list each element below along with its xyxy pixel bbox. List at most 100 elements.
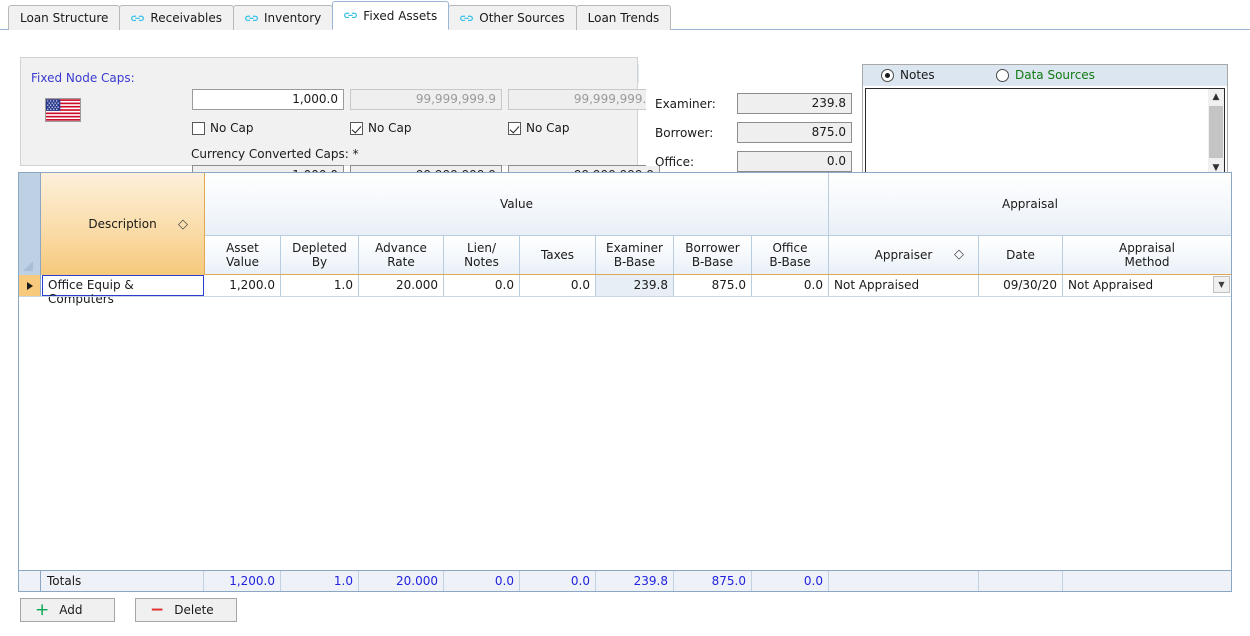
fixed-assets-grid: Description ◇ Value Appraisal AssetValue… bbox=[18, 172, 1232, 592]
tab-other-sources[interactable]: Other Sources bbox=[448, 5, 576, 30]
no-cap-label: No Cap bbox=[526, 121, 569, 135]
tab-label: Loan Structure bbox=[20, 11, 108, 25]
totals-advance-rate: 20.000 bbox=[359, 571, 444, 591]
totals-asset-value: 1,200.0 bbox=[205, 571, 281, 591]
tab-inventory[interactable]: Inventory bbox=[233, 5, 333, 30]
tab-label: Receivables bbox=[150, 11, 222, 25]
notes-vertical-scrollbar[interactable]: ▲ ▼ bbox=[1208, 89, 1224, 176]
delete-button[interactable]: − Delete bbox=[135, 598, 237, 622]
cell-appraiser[interactable]: Not Appraised bbox=[829, 275, 979, 296]
link-icon bbox=[245, 13, 258, 24]
column-header-label: ExaminerB-Base bbox=[606, 242, 663, 270]
no-cap-checkbox-examiner[interactable]: No Cap bbox=[192, 121, 253, 135]
chevron-down-icon[interactable]: ▼ bbox=[1213, 276, 1230, 293]
cell-description[interactable]: Office Equip & Computers bbox=[42, 275, 204, 296]
group-header-label: Appraisal bbox=[1002, 197, 1058, 211]
column-header-label: OfficeB-Base bbox=[769, 242, 810, 270]
column-header-advance-rate[interactable]: AdvanceRate bbox=[359, 235, 444, 275]
delete-button-label: Delete bbox=[174, 603, 213, 617]
totals-borrower-bbase: 875.0 bbox=[674, 571, 752, 591]
add-button[interactable]: + Add bbox=[20, 598, 115, 622]
fixed-assets-page: Loan Structure Receivables Inventory Fixed … bbox=[0, 0, 1250, 636]
tab-loan-trends[interactable]: Loan Trends bbox=[576, 5, 672, 30]
column-header-description[interactable]: Description ◇ bbox=[41, 173, 205, 275]
link-icon bbox=[131, 13, 144, 24]
totals-appraisal-method bbox=[1063, 571, 1231, 591]
column-header-depleted-by[interactable]: DepletedBy bbox=[281, 235, 359, 275]
column-header-asset-value[interactable]: AssetValue bbox=[205, 235, 281, 275]
column-header-borrower-bbase[interactable]: BorrowerB-Base bbox=[674, 235, 752, 275]
column-header-appraisal-method[interactable]: AppraisalMethod bbox=[1063, 235, 1231, 275]
column-header-office-bbase[interactable]: OfficeB-Base bbox=[752, 235, 829, 275]
tab-label: Loan Trends bbox=[588, 11, 660, 25]
radio-notes[interactable]: Notes bbox=[881, 68, 935, 82]
cap-input-office[interactable]: 99,999,999.9 bbox=[508, 89, 660, 110]
summary-value-borrower: 875.0 bbox=[737, 122, 852, 143]
no-cap-checkbox-office[interactable]: No Cap bbox=[508, 121, 569, 135]
column-header-label: Date bbox=[1006, 249, 1035, 263]
cell-advance-rate[interactable]: 20.000 bbox=[359, 275, 444, 296]
column-header-appraiser[interactable]: Appraiser ◇ bbox=[829, 235, 979, 275]
column-header-label: AppraisalMethod bbox=[1119, 242, 1175, 270]
cell-taxes[interactable]: 0.0 bbox=[520, 275, 596, 296]
radio-dot bbox=[996, 69, 1009, 82]
radio-data-sources[interactable]: Data Sources bbox=[996, 68, 1095, 82]
column-header-label: Description bbox=[88, 217, 156, 231]
no-cap-label: No Cap bbox=[368, 121, 411, 135]
totals-row: Totals 1,200.0 1.0 20.000 0.0 0.0 239.8 … bbox=[19, 570, 1231, 591]
us-flag-icon bbox=[45, 98, 81, 122]
sort-diamond-icon[interactable]: ◇ bbox=[178, 217, 188, 232]
cap-input-borrower[interactable]: 99,999,999.9 bbox=[350, 89, 502, 110]
grid-body: Office Equip & Computers 1,200.0 1.0 20.… bbox=[19, 275, 1231, 570]
row-selector-indicator[interactable] bbox=[19, 275, 41, 296]
radio-notes-label: Notes bbox=[900, 68, 935, 82]
radio-dot bbox=[881, 69, 894, 82]
upper-form-band: Examiner Borrower Office Examiner Fixed … bbox=[0, 30, 1250, 168]
sort-diamond-icon[interactable]: ◇ bbox=[954, 248, 964, 263]
column-header-label: DepletedBy bbox=[292, 242, 347, 270]
totals-depleted-by: 1.0 bbox=[281, 571, 359, 591]
totals-label: Totals bbox=[42, 571, 204, 591]
table-row[interactable]: Office Equip & Computers 1,200.0 1.0 20.… bbox=[19, 275, 1231, 296]
cell-depleted-by[interactable]: 1.0 bbox=[281, 275, 359, 296]
no-cap-checkbox-borrower[interactable]: No Cap bbox=[350, 121, 411, 135]
tab-label: Inventory bbox=[264, 11, 321, 25]
totals-examiner-bbase: 239.8 bbox=[596, 571, 674, 591]
no-cap-label: No Cap bbox=[210, 121, 253, 135]
cell-asset-value[interactable]: 1,200.0 bbox=[205, 275, 281, 296]
totals-date bbox=[979, 571, 1063, 591]
cell-office-bbase[interactable]: 0.0 bbox=[752, 275, 829, 296]
column-header-taxes[interactable]: Taxes bbox=[520, 235, 596, 275]
tab-fixed-assets[interactable]: Fixed Assets bbox=[332, 1, 449, 30]
totals-row-selector bbox=[19, 571, 41, 591]
column-header-examiner-bbase[interactable]: ExaminerB-Base bbox=[596, 235, 674, 275]
summary-label-borrower: Borrower: bbox=[655, 126, 713, 140]
fixed-node-caps-panel: Fixed Node Caps: bbox=[20, 57, 638, 166]
column-header-date[interactable]: Date bbox=[979, 235, 1063, 275]
cell-lien-notes[interactable]: 0.0 bbox=[444, 275, 520, 296]
link-icon bbox=[460, 13, 473, 24]
vscroll-thumb[interactable] bbox=[1209, 106, 1223, 158]
totals-lien-notes: 0.0 bbox=[444, 571, 520, 591]
tab-receivables[interactable]: Receivables bbox=[119, 5, 234, 30]
column-header-label: BorrowerB-Base bbox=[685, 242, 739, 270]
group-header-appraisal: Appraisal bbox=[829, 173, 1231, 235]
cell-examiner-bbase: 239.8 bbox=[596, 275, 674, 296]
tab-label: Other Sources bbox=[479, 11, 564, 25]
tab-loan-structure[interactable]: Loan Structure bbox=[8, 5, 120, 30]
grid-corner-box[interactable] bbox=[19, 173, 41, 275]
totals-taxes: 0.0 bbox=[520, 571, 596, 591]
column-header-lien-notes[interactable]: Lien/Notes bbox=[444, 235, 520, 275]
scroll-up-icon[interactable]: ▲ bbox=[1208, 89, 1224, 105]
cap-input-examiner[interactable]: 1,000.0 bbox=[192, 89, 344, 110]
tab-list: Loan Structure Receivables Inventory Fixed … bbox=[0, 0, 1250, 30]
radio-data-sources-label: Data Sources bbox=[1015, 68, 1095, 82]
cell-borrower-bbase[interactable]: 875.0 bbox=[674, 275, 752, 296]
column-header-label: AssetValue bbox=[226, 242, 259, 270]
fixed-node-caps-label: Fixed Node Caps: bbox=[31, 71, 135, 85]
add-button-label: Add bbox=[59, 603, 82, 617]
cell-appraisal-method-text: Not Appraised bbox=[1068, 278, 1153, 292]
cell-appraisal-method[interactable]: Not Appraised ▼ bbox=[1063, 275, 1231, 296]
column-header-label: Appraiser bbox=[875, 249, 933, 263]
cell-date[interactable]: 09/30/20 bbox=[979, 275, 1063, 296]
